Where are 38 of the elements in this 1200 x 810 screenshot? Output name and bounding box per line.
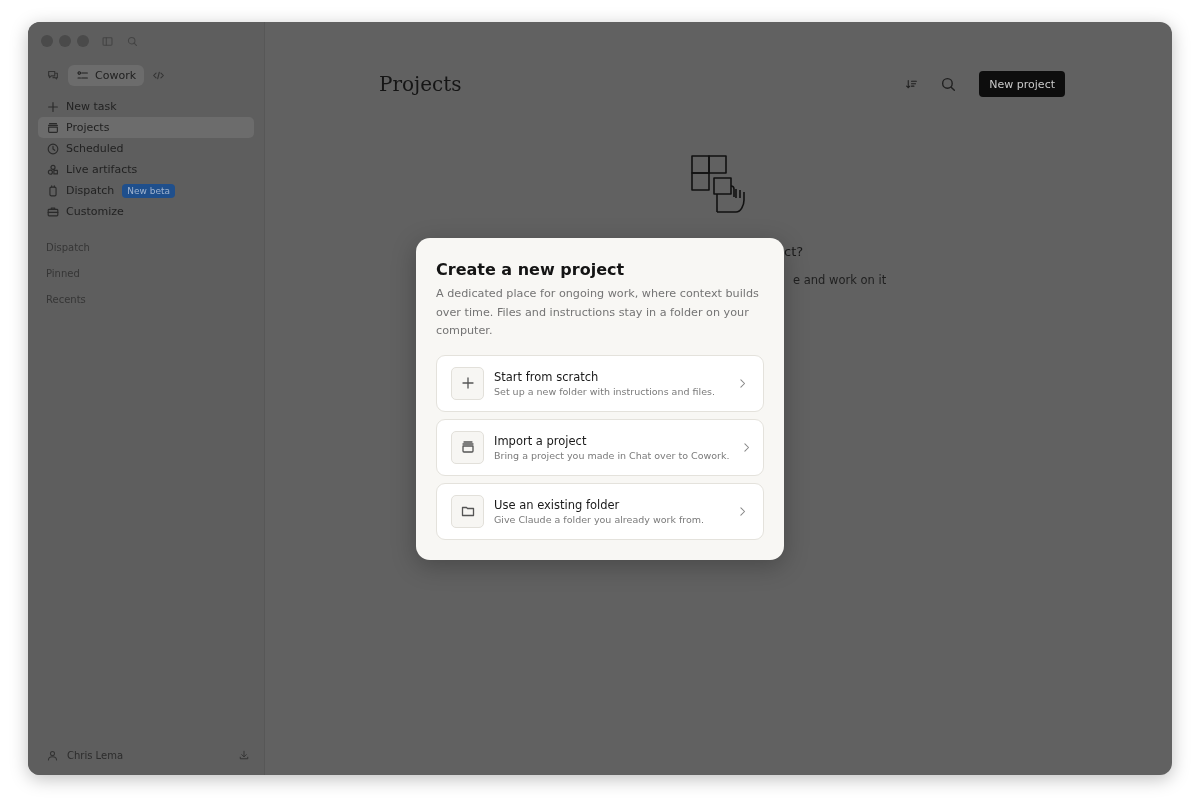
chat-icon[interactable]	[46, 68, 60, 82]
empty-state-heading: ct?	[784, 244, 804, 259]
search-icon[interactable]	[940, 75, 958, 93]
search-icon[interactable]	[126, 34, 139, 48]
briefcase-icon	[46, 204, 60, 219]
sidebar-item[interactable]: Live artifacts	[38, 159, 254, 180]
sidebar-toggle-icon[interactable]	[101, 34, 114, 48]
tray-icon	[46, 120, 60, 135]
phone-icon	[46, 183, 60, 198]
sidebar-item[interactable]: Scheduled	[38, 138, 254, 159]
sidebar-item[interactable]: Projects	[38, 117, 254, 138]
option-card[interactable]: Use an existing folder Give Claude a folder you already work from.	[436, 482, 764, 540]
clock-icon	[46, 141, 60, 156]
sidebar-item[interactable]: New task	[38, 96, 254, 117]
option-subtitle: Bring a project you made in Chat over to Cowork.	[494, 449, 730, 461]
sort-icon[interactable]	[905, 77, 919, 91]
option-title: Start from scratch	[494, 369, 600, 384]
beta-badge: New beta	[122, 183, 176, 198]
user-icon	[46, 748, 59, 762]
option-title: Use an existing folder	[494, 497, 621, 512]
dialog-description: A dedicated place for ongoing work, where context builds over time. Files and instructions stay in a folder on your computer.	[436, 286, 760, 339]
dialog-title: Create a new project	[436, 260, 626, 279]
option-card[interactable]: Start from scratch Set up a new folder with instructions and files.	[436, 354, 764, 412]
sidebar-item[interactable]: Dispatch New beta	[38, 180, 254, 201]
option-subtitle: Set up a new folder with instructions and files.	[494, 385, 716, 397]
tray-icon	[459, 439, 476, 455]
option-subtitle: Give Claude a folder you already work from.	[494, 513, 706, 525]
empty-state-text: e and work on it	[793, 273, 887, 287]
download-icon[interactable]	[238, 749, 250, 761]
checklist-icon	[76, 68, 89, 82]
page-title: Projects	[379, 72, 462, 96]
option-card[interactable]: Import a project Bring a project you made in Chat over to Cowork.	[436, 418, 764, 476]
plus-icon	[46, 99, 60, 114]
option-title: Import a project	[494, 433, 588, 448]
sidebar-item[interactable]: Customize	[38, 201, 254, 222]
mode-tab[interactable]: Cowork	[68, 64, 145, 86]
shapes-icon	[46, 162, 60, 177]
new-project-button[interactable]: New project	[979, 71, 1065, 97]
